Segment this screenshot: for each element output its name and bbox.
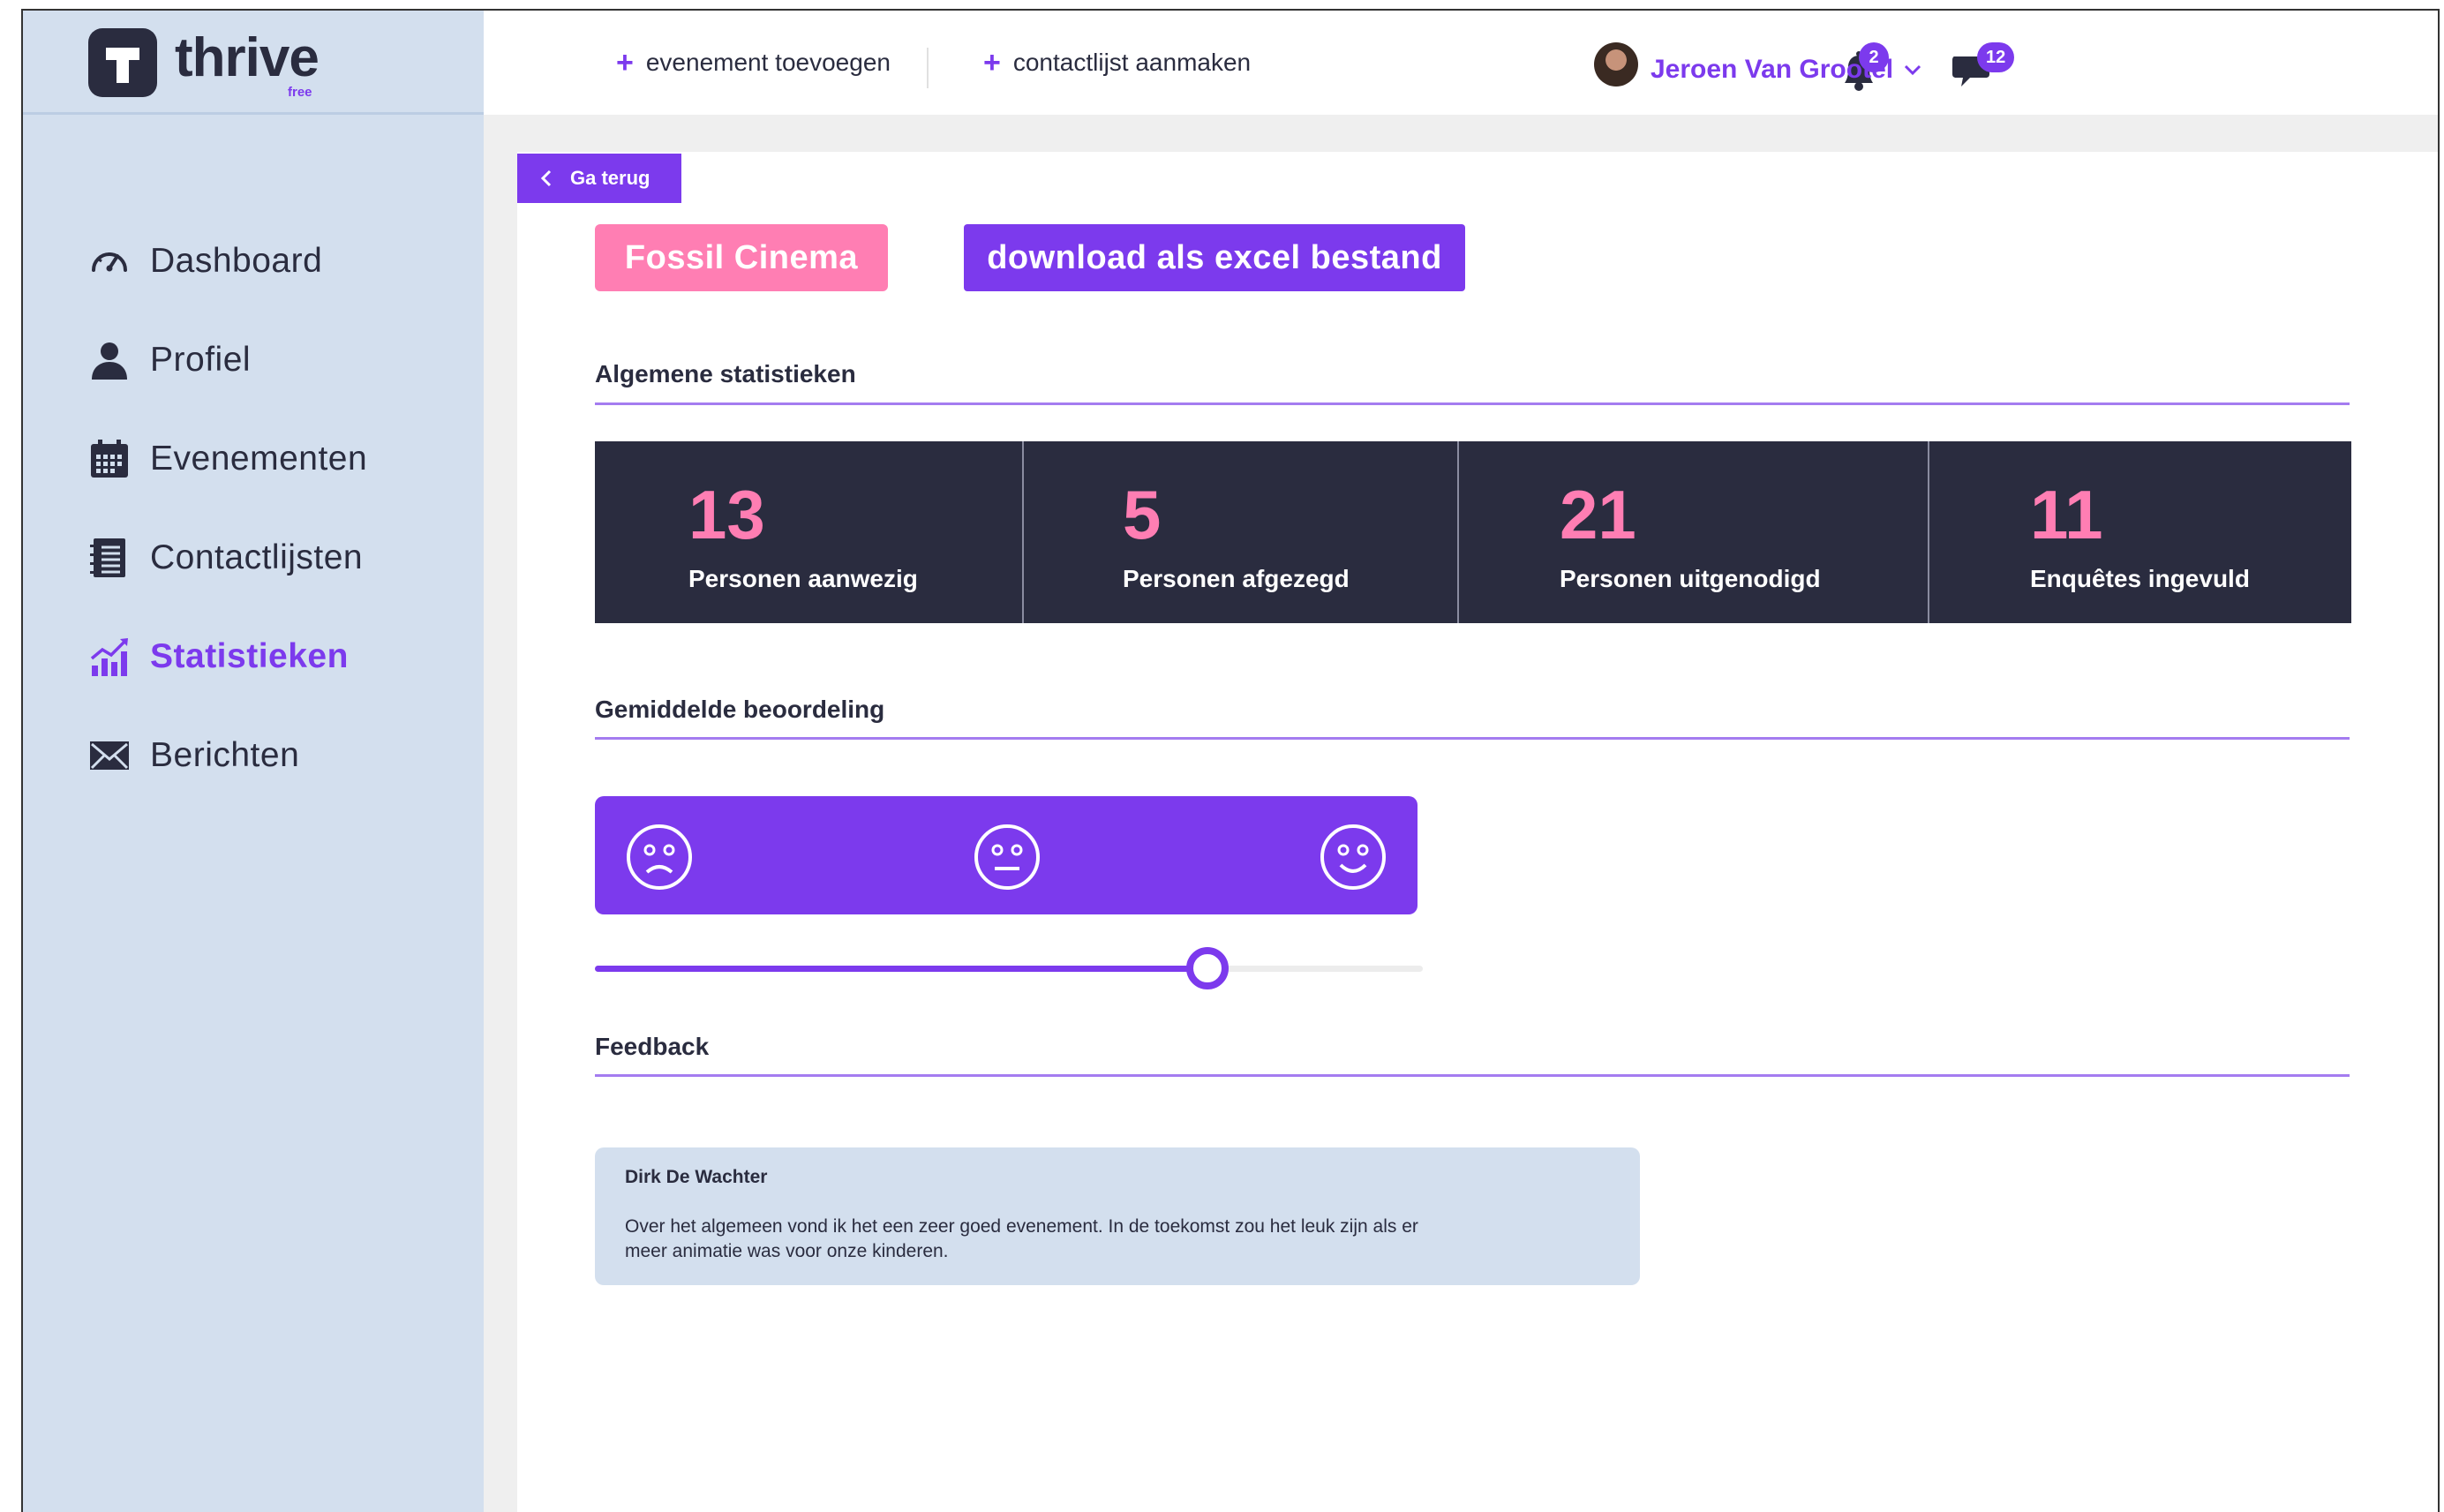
plus-icon: + xyxy=(983,46,1001,79)
rating-title: Gemiddelde beoordeling xyxy=(595,696,885,723)
sidebar-item-label: Berichten xyxy=(150,736,300,774)
event-name-badge: Fossil Cinema xyxy=(595,224,888,291)
sidebar-item-dashboard[interactable]: Dashboard xyxy=(88,212,367,311)
stat-value: 21 xyxy=(1560,476,1636,553)
stat-card-present: 13 Personen aanwezig xyxy=(595,441,1024,623)
avatar[interactable] xyxy=(1594,42,1638,87)
stat-value: 5 xyxy=(1123,476,1162,553)
stat-label: Personen uitgenodigd xyxy=(1560,565,1821,592)
divider xyxy=(927,48,929,88)
stat-value: 13 xyxy=(688,476,765,553)
rating-slider[interactable] xyxy=(595,947,1423,989)
stat-card-invited: 21 Personen uitgenodigd xyxy=(1459,441,1929,623)
sidebar: thrive free Dashboard Profiel Evenemente… xyxy=(23,11,484,1512)
messages-count-badge: 12 xyxy=(1977,42,2015,72)
calendar-icon xyxy=(91,440,128,478)
sidebar-item-evenementen[interactable]: Evenementen xyxy=(88,410,367,508)
section-divider xyxy=(595,402,2350,405)
feedback-title: Feedback xyxy=(595,1033,710,1060)
stat-label: Enquêtes ingevuld xyxy=(2030,565,2250,592)
sidebar-item-contactlijsten[interactable]: Contactlijsten xyxy=(88,508,367,607)
stats-panel: 13 Personen aanwezig 5 Personen afgezegd… xyxy=(595,441,2351,623)
list-icon xyxy=(90,538,125,577)
sidebar-item-label: Evenementen xyxy=(150,440,368,478)
sidebar-nav: Dashboard Profiel Evenementen Contactlij… xyxy=(88,212,367,805)
top-bar: + evenement toevoegen + contactlijst aan… xyxy=(484,11,2438,115)
neutral-face-icon xyxy=(974,824,1040,890)
sidebar-item-label: Statistieken xyxy=(150,637,349,675)
sidebar-item-label: Profiel xyxy=(150,341,252,379)
chart-icon xyxy=(90,638,128,676)
user-icon xyxy=(92,342,127,380)
sidebar-item-statistieken[interactable]: Statistieken xyxy=(88,607,367,706)
logo-area: thrive free xyxy=(23,11,484,115)
stat-label: Personen aanwezig xyxy=(688,565,918,592)
app-window: thrive free Dashboard Profiel Evenemente… xyxy=(21,9,2440,1512)
rating-scale xyxy=(595,796,1418,914)
add-contactlist-button[interactable]: + contactlijst aanmaken xyxy=(983,48,1251,78)
sidebar-item-label: Dashboard xyxy=(150,242,323,280)
general-stats-title: Algemene statistieken xyxy=(595,360,856,387)
feedback-card: Dirk De Wachter Over het algemeen vond i… xyxy=(595,1147,1640,1285)
logo-plan-label: free xyxy=(288,85,312,100)
add-event-button[interactable]: + evenement toevoegen xyxy=(616,48,891,78)
sidebar-item-berichten[interactable]: Berichten xyxy=(88,706,367,805)
back-label: Ga terug xyxy=(570,167,650,189)
stat-card-declined: 5 Personen afgezegd xyxy=(1024,441,1459,623)
user-name[interactable]: Jeroen Van Grootel xyxy=(1651,55,1893,85)
messages-button[interactable]: 12 xyxy=(1949,42,2015,94)
logo-icon[interactable] xyxy=(88,28,157,97)
chevron-left-icon xyxy=(540,169,552,187)
logo-text: thrive xyxy=(175,27,320,88)
add-event-label: evenement toevoegen xyxy=(645,49,891,76)
speedometer-icon xyxy=(92,252,127,272)
stat-card-surveys: 11 Enquêtes ingevuld xyxy=(1929,441,2351,623)
add-contactlist-label: contactlijst aanmaken xyxy=(1012,49,1252,76)
envelope-icon xyxy=(90,741,129,770)
sad-face-icon xyxy=(627,824,692,890)
stat-value: 11 xyxy=(2030,476,2103,553)
sidebar-item-profiel[interactable]: Profiel xyxy=(88,311,367,410)
chevron-down-icon[interactable] xyxy=(1903,60,1922,79)
download-excel-button[interactable]: download als excel bestand xyxy=(964,224,1465,291)
feedback-text: Over het algemeen vond ik het een zeer g… xyxy=(625,1216,1418,1261)
slider-thumb[interactable] xyxy=(1186,947,1230,989)
happy-face-icon xyxy=(1320,824,1386,890)
sidebar-item-label: Contactlijsten xyxy=(150,538,364,576)
stat-label: Personen afgezegd xyxy=(1123,565,1350,592)
section-divider xyxy=(595,737,2350,740)
section-divider xyxy=(595,1074,2350,1077)
back-button[interactable]: Ga terug xyxy=(517,154,681,203)
plus-icon: + xyxy=(616,46,634,79)
feedback-author: Dirk De Wachter xyxy=(625,1167,768,1187)
slider-fill xyxy=(595,966,1208,972)
